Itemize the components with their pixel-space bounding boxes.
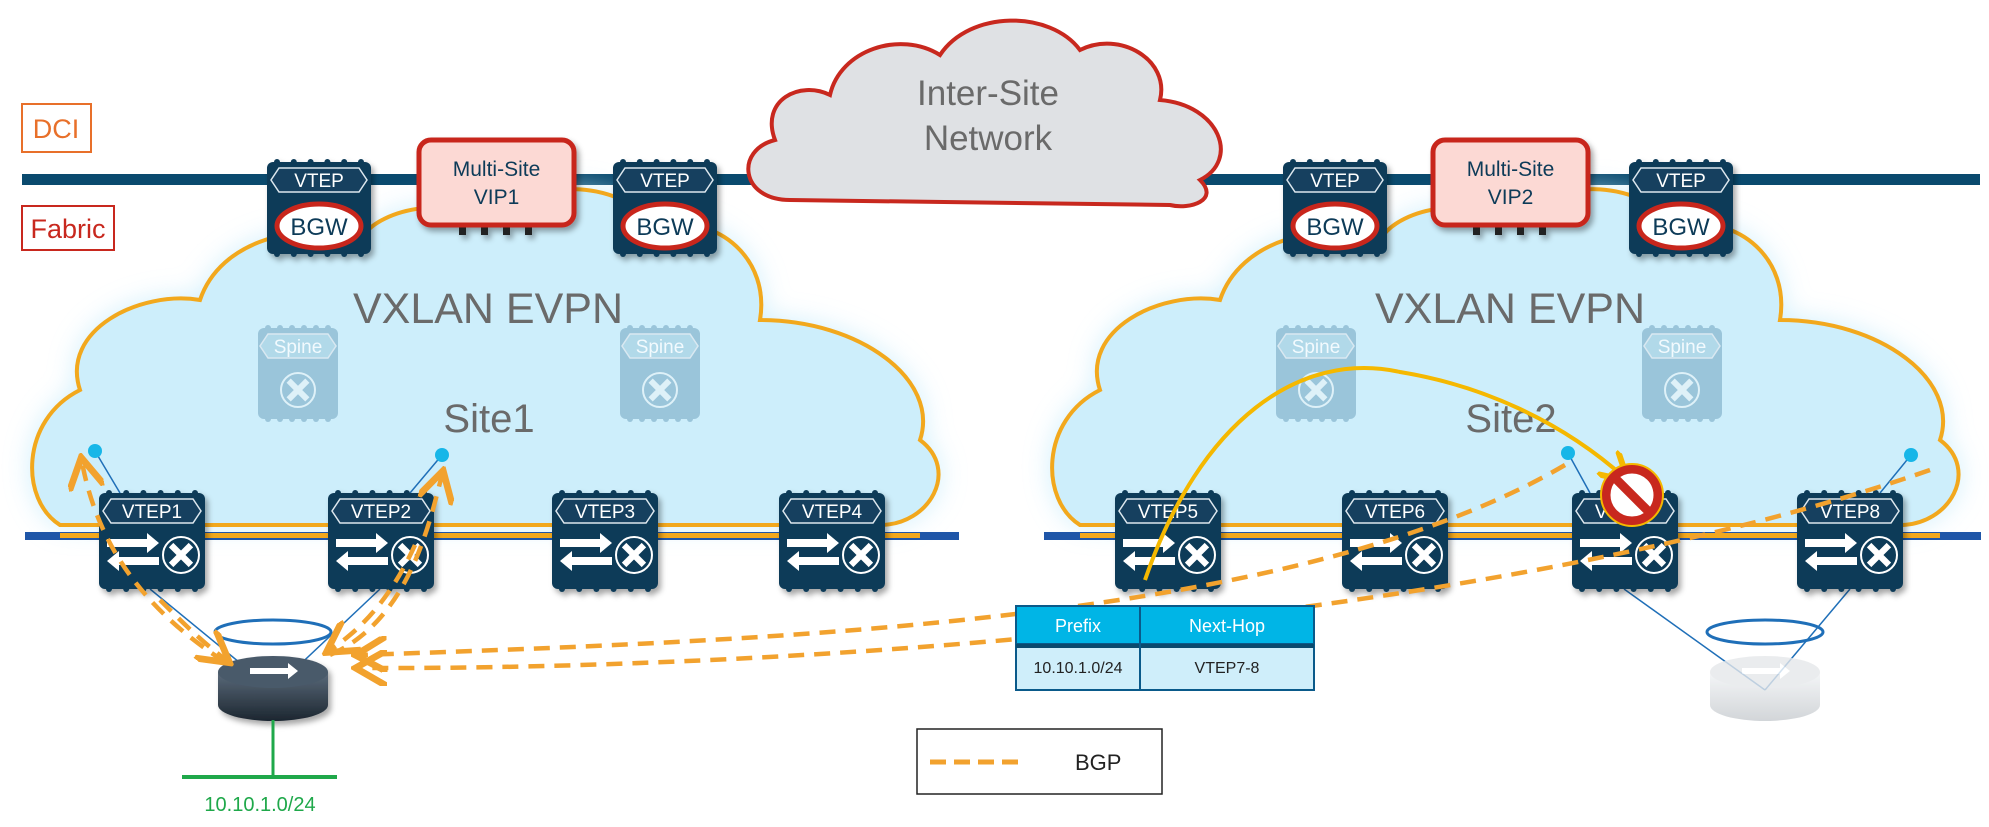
- fabric-label: Fabric: [21, 205, 115, 251]
- table-cell-prefix: 10.10.1.0/24: [1034, 660, 1123, 677]
- device-label: VTEP4: [802, 502, 863, 523]
- device-label: VTEP1: [122, 502, 182, 523]
- spine-switch[interactable]: Spine: [258, 325, 338, 422]
- device-label: Spine: [1658, 337, 1707, 358]
- svg-text:Fabric: Fabric: [30, 214, 105, 244]
- vip-label-line2: VIP2: [1488, 186, 1534, 209]
- device-label: Spine: [274, 337, 323, 358]
- device-label: Spine: [636, 337, 685, 358]
- device-label: VTEP: [640, 171, 690, 192]
- spine-switch[interactable]: Spine: [1642, 325, 1722, 422]
- border-gateway[interactable]: VTEP BGW: [1283, 159, 1387, 257]
- leaf-switch-vtep2[interactable]: VTEP2: [328, 490, 434, 592]
- host-subnet: 10.10.1.0/24: [182, 720, 337, 816]
- device-label: VTEP: [294, 171, 344, 192]
- table-header-prefix: Prefix: [1055, 616, 1101, 636]
- leaf-switch-vtep3[interactable]: VTEP3: [552, 490, 658, 592]
- border-gateway[interactable]: VTEP BGW: [613, 159, 717, 257]
- device-label: VTEP: [1656, 171, 1706, 192]
- border-gateway[interactable]: VTEP BGW: [1629, 159, 1733, 257]
- site2-fabric-cloud: [1050, 187, 1961, 527]
- device-label: VTEP8: [1820, 502, 1880, 523]
- border-gateway[interactable]: VTEP BGW: [267, 159, 371, 257]
- legend: BGP: [916, 728, 1163, 795]
- site1-fabric-cloud: [30, 187, 941, 527]
- bgw-role-label: BGW: [636, 214, 694, 241]
- vip-label-line1: Multi-Site: [453, 158, 541, 181]
- site1-overlay-label: VXLAN EVPN: [353, 285, 623, 333]
- svg-text:DCI: DCI: [33, 114, 80, 144]
- site2-overlay-label: VXLAN EVPN: [1375, 285, 1645, 333]
- spine-switch[interactable]: Spine: [620, 325, 700, 422]
- table-header-next-hop: Next-Hop: [1189, 616, 1265, 636]
- dci-label: DCI: [21, 103, 92, 153]
- prohibited-icon: [1600, 463, 1664, 527]
- multisite-vip: Multi-Site VIP1: [416, 137, 577, 235]
- leaf-switch-vtep6[interactable]: VTEP6: [1342, 490, 1448, 592]
- device-label: VTEP: [1310, 171, 1360, 192]
- svg-text:Network: Network: [924, 119, 1053, 158]
- inter-site-network-cloud: Inter-Site Network: [746, 18, 1223, 209]
- bgw-role-label: BGW: [1306, 214, 1364, 241]
- bgw-role-label: BGW: [290, 214, 348, 241]
- multisite-diagram: DCI Fabric Inter-Site Network VXLAN EVPN…: [21, 18, 1981, 816]
- site1-label: Site1: [443, 397, 534, 441]
- leaf-switch-vtep5[interactable]: VTEP5: [1115, 490, 1221, 592]
- vip-label-line1: Multi-Site: [1467, 158, 1555, 181]
- device-label: Spine: [1292, 337, 1341, 358]
- leaf-switch-vtep8[interactable]: VTEP8: [1797, 490, 1903, 592]
- leaf-switch-vtep4[interactable]: VTEP4: [779, 490, 885, 592]
- device-label: VTEP6: [1365, 502, 1425, 523]
- router-icon: [1710, 656, 1820, 721]
- svg-text:Inter-Site: Inter-Site: [917, 74, 1059, 113]
- router-icon: [218, 656, 328, 721]
- bgw-role-label: BGW: [1652, 214, 1710, 241]
- device-label: VTEP2: [351, 502, 411, 523]
- route-table: Prefix Next-Hop 10.10.1.0/24 VTEP7-8: [1015, 605, 1315, 691]
- legend-bgp-label: BGP: [1075, 750, 1121, 775]
- table-cell-next-hop: VTEP7-8: [1195, 660, 1260, 677]
- vip-label-line2: VIP1: [474, 186, 520, 209]
- svg-text:10.10.1.0/24: 10.10.1.0/24: [204, 794, 315, 816]
- leaf-switch-vtep1[interactable]: VTEP1: [99, 490, 205, 592]
- multisite-vip: Multi-Site VIP2: [1430, 137, 1591, 235]
- device-label: VTEP3: [575, 502, 635, 523]
